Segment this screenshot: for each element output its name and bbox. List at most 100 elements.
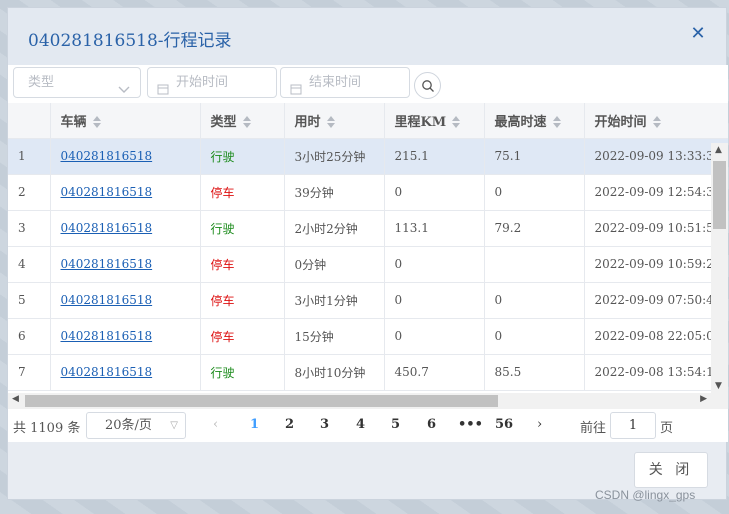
mileage-cell: 0 xyxy=(384,174,485,211)
scroll-down-icon[interactable]: ▼ xyxy=(715,381,722,391)
index-cell: 6 xyxy=(8,318,51,355)
mileage-cell: 0 xyxy=(384,246,485,283)
index-cell: 4 xyxy=(18,257,26,271)
dialog-title: 040281816518-行程记录 xyxy=(28,31,232,51)
scroll-up-icon[interactable]: ▲ xyxy=(715,145,722,155)
max-speed-cell: 85.5 xyxy=(494,365,522,379)
search-button[interactable] xyxy=(414,72,441,99)
col-header-mileage[interactable]: 里程KM xyxy=(384,103,485,139)
scroll-right-icon[interactable]: ▶ xyxy=(700,394,707,404)
mileage-cell: 0 xyxy=(384,318,485,355)
start-time-cell: 2022-09-09 12:54:39 xyxy=(584,174,728,211)
chevron-down-icon xyxy=(118,77,130,106)
vehicle-link[interactable]: 040281816518 xyxy=(61,365,153,379)
index-cell: 1 xyxy=(8,138,51,175)
page-6[interactable]: 6 xyxy=(427,417,436,432)
sort-icon[interactable] xyxy=(652,116,661,129)
table-row[interactable]: 2 040281816518 停车 39分钟 0 0 2022-09-09 12:54:39 xyxy=(8,174,728,211)
mileage-cell: 450.7 xyxy=(394,365,429,379)
start-time-cell: 2022-09-09 10:59:25 xyxy=(594,257,722,271)
max-speed-cell: 0 xyxy=(484,174,585,211)
sort-icon[interactable] xyxy=(242,116,251,129)
end-time-input[interactable]: 结束时间 xyxy=(280,67,410,98)
horizontal-scroll-thumb[interactable] xyxy=(25,395,498,407)
start-time-cell: 2022-09-09 10:51:53 xyxy=(584,210,728,247)
start-time-cell: 2022-09-08 13:54:19 xyxy=(594,365,722,379)
mileage-cell: 450.7 xyxy=(384,354,485,391)
page-size-select[interactable]: 20条/页 ▽ xyxy=(86,412,186,439)
index-cell: 5 xyxy=(18,293,26,307)
max-speed-cell: 0 xyxy=(494,293,503,307)
goto-page-input[interactable]: 1 xyxy=(610,412,656,439)
sort-icon[interactable] xyxy=(452,116,461,129)
vehicle-link[interactable]: 040281816518 xyxy=(61,221,153,235)
vertical-scrollbar[interactable]: ▲ ▼ xyxy=(711,143,728,393)
mileage-cell: 0 xyxy=(394,257,403,271)
start-time-cell: 2022-09-09 10:51:53 xyxy=(594,221,722,235)
vertical-scroll-thumb[interactable] xyxy=(713,161,726,229)
page-1[interactable]: 1 xyxy=(250,417,259,432)
index-cell: 1 xyxy=(18,149,26,163)
col-header-max-speed[interactable]: 最高时速 xyxy=(484,103,585,139)
close-icon[interactable]: ✕ xyxy=(690,25,706,43)
max-speed-cell: 0 xyxy=(494,185,503,199)
max-speed-cell: 85.5 xyxy=(484,354,585,391)
total-count: 共 1109 条 xyxy=(13,421,81,436)
col-header-duration[interactable]: 用时 xyxy=(284,103,385,139)
table-row[interactable]: 3 040281816518 行驶 2小时2分钟 113.1 79.2 2022-09-09… xyxy=(8,210,728,247)
duration-cell: 39分钟 xyxy=(284,174,385,211)
duration-cell: 3小时1分钟 xyxy=(284,282,385,319)
type-select[interactable]: 类型 xyxy=(13,67,141,98)
col-header-type[interactable]: 类型 xyxy=(200,103,285,139)
start-time-cell: 2022-09-09 12:54:39 xyxy=(594,185,722,199)
sort-icon[interactable] xyxy=(552,116,561,129)
page-3[interactable]: 3 xyxy=(320,417,329,432)
vehicle-link[interactable]: 040281816518 xyxy=(61,185,153,199)
table-row[interactable]: 7 040281816518 行驶 8小时10分钟 450.7 85.5 2022-09-0… xyxy=(8,354,728,391)
table-row[interactable]: 5 040281816518 停车 3小时1分钟 0 0 2022-09-09 07:50:… xyxy=(8,282,728,319)
page-unit-label: 页 xyxy=(660,421,674,436)
vehicle-cell: 040281816518 xyxy=(50,138,201,175)
table-row[interactable]: 6 040281816518 停车 15分钟 0 0 2022-09-08 22:05:03 xyxy=(8,318,728,355)
vehicle-link[interactable]: 040281816518 xyxy=(61,329,153,343)
vehicle-link[interactable]: 040281816518 xyxy=(61,293,153,307)
page-2[interactable]: 2 xyxy=(285,417,294,432)
start-time-cell: 2022-09-09 07:50:47 xyxy=(584,282,728,319)
duration-cell: 2小时2分钟 xyxy=(284,210,385,247)
page-56[interactable]: 56 xyxy=(495,417,513,432)
horizontal-scrollbar[interactable]: ◀ ▶ xyxy=(8,393,728,409)
vehicle-link[interactable]: 040281816518 xyxy=(61,149,153,163)
page-4[interactable]: 4 xyxy=(356,417,365,432)
type-cell: 行驶 xyxy=(210,365,235,380)
next-page-button[interactable]: › xyxy=(537,417,542,432)
prev-page-button[interactable]: ‹ xyxy=(213,417,218,432)
search-icon xyxy=(422,80,434,92)
type-cell: 行驶 xyxy=(210,221,235,236)
sort-icon[interactable] xyxy=(326,116,335,129)
vehicle-cell: 040281816518 xyxy=(50,246,201,283)
filter-bar: 类型 开始时间 结束时间 xyxy=(8,65,728,103)
end-time-placeholder: 结束时间 xyxy=(309,75,362,90)
page-ellipsis[interactable]: ••• xyxy=(458,417,483,432)
sort-icon[interactable] xyxy=(92,116,101,129)
duration-cell: 2小时2分钟 xyxy=(294,221,358,236)
duration-cell: 15分钟 xyxy=(294,329,334,344)
page-5[interactable]: 5 xyxy=(391,417,400,432)
vehicle-link[interactable]: 040281816518 xyxy=(61,257,153,271)
max-speed-cell: 79.2 xyxy=(494,221,522,235)
close-button[interactable]: 关 闭 xyxy=(634,452,708,488)
col-header-vehicle[interactable]: 车辆 xyxy=(50,103,201,139)
mileage-cell: 0 xyxy=(394,329,403,343)
type-cell: 停车 xyxy=(200,318,285,355)
max-speed-cell: 0 xyxy=(484,318,585,355)
table-row[interactable]: 1 040281816518 行驶 3小时25分钟 215.1 75.1 2022-09-0… xyxy=(8,138,728,175)
scroll-left-icon[interactable]: ◀ xyxy=(12,394,19,404)
start-time-input[interactable]: 开始时间 xyxy=(147,67,277,98)
table-row[interactable]: 4 040281816518 停车 0分钟 0 2022-09-09 10:59:25 xyxy=(8,246,728,283)
col-header-start-time[interactable]: 开始时间 xyxy=(584,103,728,139)
type-cell: 停车 xyxy=(210,185,235,200)
max-speed-cell: 79.2 xyxy=(484,210,585,247)
mileage-cell: 0 xyxy=(384,282,485,319)
duration-cell: 8小时10分钟 xyxy=(294,365,366,380)
start-time-cell: 2022-09-08 22:05:03 xyxy=(594,329,722,343)
